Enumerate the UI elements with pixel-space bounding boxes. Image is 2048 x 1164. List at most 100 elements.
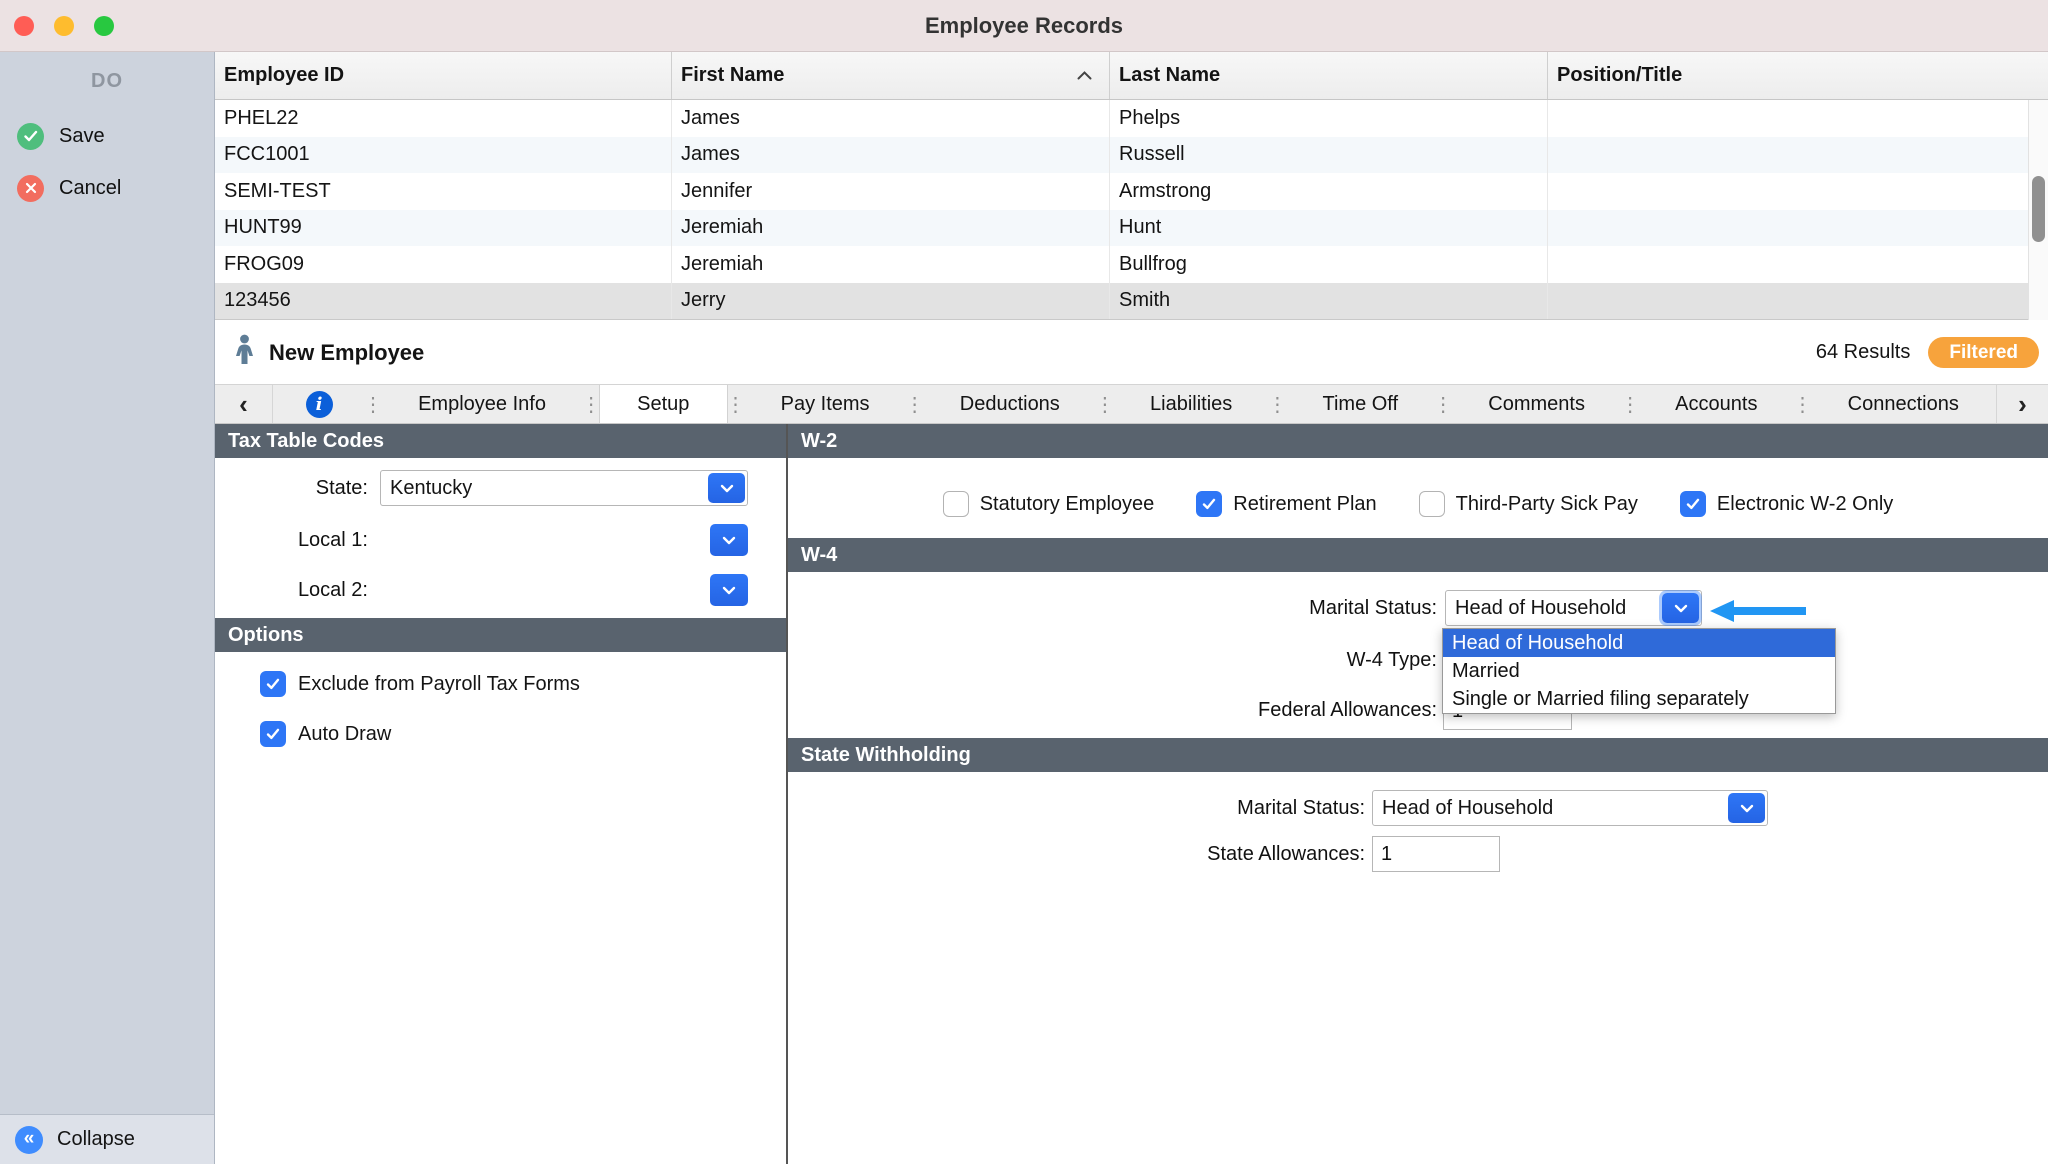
cell-first-name: Jeremiah	[672, 210, 1110, 247]
tab-setup[interactable]: Setup	[599, 385, 727, 423]
marital-status-dropdown-menu: Head of Household Married Single or Marr…	[1442, 628, 1836, 714]
column-header-position-title[interactable]: Position/Title	[1548, 52, 2048, 99]
cell-first-name: Jerry	[672, 283, 1110, 320]
record-title: New Employee	[269, 340, 424, 366]
table-row[interactable]: PHEL22 James Phelps	[215, 100, 2048, 137]
cell-position-title	[1548, 246, 2048, 283]
tab-separator: ⋮	[583, 385, 599, 423]
save-label: Save	[59, 125, 105, 148]
cell-last-name: Russell	[1110, 137, 1548, 174]
employee-table: Employee ID First Name Last Name Positio…	[215, 52, 2048, 320]
marital-status-value: Head of Household	[1382, 797, 1553, 820]
menu-item-single-or-married-filing-separately[interactable]: Single or Married filing separately	[1443, 685, 1835, 713]
column-header-employee-id[interactable]: Employee ID	[215, 52, 672, 99]
state-combo-button[interactable]	[708, 473, 745, 503]
table-row-selected[interactable]: 123456 Jerry Smith	[215, 283, 2048, 320]
tab-comments[interactable]: Comments	[1451, 385, 1622, 423]
tab-accounts[interactable]: Accounts	[1638, 385, 1794, 423]
sidebar: DO Save Cancel « Collapse	[0, 52, 215, 1164]
cell-first-name: Jennifer	[672, 173, 1110, 210]
state-label: State:	[215, 470, 368, 506]
tab-pay-items[interactable]: Pay Items	[744, 385, 907, 423]
section-header-options: Options	[215, 618, 786, 652]
section-header-w2: W-2	[788, 424, 2048, 458]
cell-position-title	[1548, 137, 2048, 174]
save-button[interactable]: Save	[0, 110, 214, 162]
table-vertical-scrollbar[interactable]	[2028, 100, 2048, 320]
sort-ascending-icon	[1076, 70, 1093, 81]
collapse-button[interactable]: « Collapse	[0, 1114, 214, 1164]
tab-info[interactable]: i	[273, 385, 365, 423]
check-circle-icon	[17, 123, 44, 150]
tax-panel: Tax Table Codes State: Kentucky Local 1:…	[215, 424, 786, 1164]
tab-separator: ⋮	[1435, 385, 1451, 423]
tab-employee-info[interactable]: Employee Info	[381, 385, 583, 423]
cancel-button[interactable]: Cancel	[0, 162, 214, 214]
electronic-w2-only-checkbox[interactable]	[1680, 491, 1706, 517]
checkbox-label: Statutory Employee	[980, 493, 1155, 516]
menu-item-head-of-household[interactable]: Head of Household	[1443, 629, 1835, 657]
chevron-down-icon	[1674, 604, 1688, 613]
cell-first-name: James	[672, 100, 1110, 137]
scrollbar-thumb[interactable]	[2032, 176, 2045, 242]
w4-marital-combo-button[interactable]	[1662, 593, 1699, 623]
cell-position-title	[1548, 100, 2048, 137]
state-combobox[interactable]: Kentucky	[380, 470, 748, 506]
tab-liabilities[interactable]: Liabilities	[1113, 385, 1269, 423]
tab-separator: ⋮	[728, 385, 744, 423]
marital-status-value: Head of Household	[1455, 597, 1626, 620]
table-row[interactable]: FROG09 Jeremiah Bullfrog	[215, 246, 2048, 283]
tabs-scroll-right-button[interactable]: ›	[1996, 385, 2048, 423]
close-button[interactable]	[14, 16, 34, 36]
tab-connections[interactable]: Connections	[1811, 385, 1996, 423]
table-row[interactable]: HUNT99 Jeremiah Hunt	[215, 210, 2048, 247]
column-header-first-name[interactable]: First Name	[672, 52, 1110, 99]
checkbox-label: Auto Draw	[298, 723, 391, 746]
employee-records-window: Employee Records DO Save Cancel « Collap…	[0, 0, 2048, 1164]
tab-time-off[interactable]: Time Off	[1285, 385, 1435, 423]
third-party-sick-pay-checkbox[interactable]	[1419, 491, 1445, 517]
chevron-down-icon	[722, 586, 736, 595]
tabs-scroll-left-button[interactable]: ‹	[215, 385, 273, 423]
cell-employee-id: PHEL22	[215, 100, 672, 137]
w2-checkbox-row: Statutory Employee Retirement Plan Third…	[788, 486, 2048, 522]
tab-deductions[interactable]: Deductions	[923, 385, 1097, 423]
state-allowances-label: State Allowances:	[788, 836, 1365, 872]
cell-employee-id: FCC1001	[215, 137, 672, 174]
zoom-button[interactable]	[94, 16, 114, 36]
minimize-button[interactable]	[54, 16, 74, 36]
annotation-arrow-left-icon	[1710, 598, 1806, 624]
exclude-payroll-tax-forms-checkbox[interactable]	[260, 671, 286, 697]
cell-last-name: Phelps	[1110, 100, 1548, 137]
sw-marital-combo-button[interactable]	[1728, 793, 1765, 823]
check-icon	[266, 678, 280, 690]
check-icon	[266, 728, 280, 740]
auto-draw-checkbox[interactable]	[260, 721, 286, 747]
retirement-plan-checkbox[interactable]	[1196, 491, 1222, 517]
cell-employee-id: SEMI-TEST	[215, 173, 672, 210]
section-header-w4: W-4	[788, 538, 2048, 572]
table-row[interactable]: SEMI-TEST Jennifer Armstrong	[215, 173, 2048, 210]
statutory-employee-checkbox[interactable]	[943, 491, 969, 517]
tab-bar: ‹ i ⋮ Employee Info ⋮ Setup ⋮ Pay Items …	[215, 384, 2048, 424]
collapse-label: Collapse	[57, 1128, 135, 1151]
sw-marital-status-combobox[interactable]: Head of Household	[1372, 790, 1768, 826]
cell-last-name: Hunt	[1110, 210, 1548, 247]
traffic-lights	[14, 0, 114, 52]
local1-combo-button[interactable]	[710, 524, 748, 556]
cell-employee-id: 123456	[215, 283, 672, 320]
results-count: 64 Results	[1816, 341, 1911, 364]
menu-item-married[interactable]: Married	[1443, 657, 1835, 685]
cell-position-title	[1548, 283, 2048, 320]
checkbox-label: Retirement Plan	[1233, 493, 1376, 516]
double-chevron-left-icon: «	[15, 1126, 43, 1154]
record-header-bar: New Employee 64 Results Filtered	[215, 321, 2048, 384]
filtered-badge[interactable]: Filtered	[1928, 337, 2039, 368]
table-row[interactable]: FCC1001 James Russell	[215, 137, 2048, 174]
local2-combo-button[interactable]	[710, 574, 748, 606]
w4-marital-status-combobox[interactable]: Head of Household	[1445, 590, 1702, 626]
state-allowances-input[interactable]	[1372, 836, 1500, 872]
column-header-last-name[interactable]: Last Name	[1110, 52, 1548, 99]
cell-first-name: Jeremiah	[672, 246, 1110, 283]
tab-separator: ⋮	[1269, 385, 1285, 423]
